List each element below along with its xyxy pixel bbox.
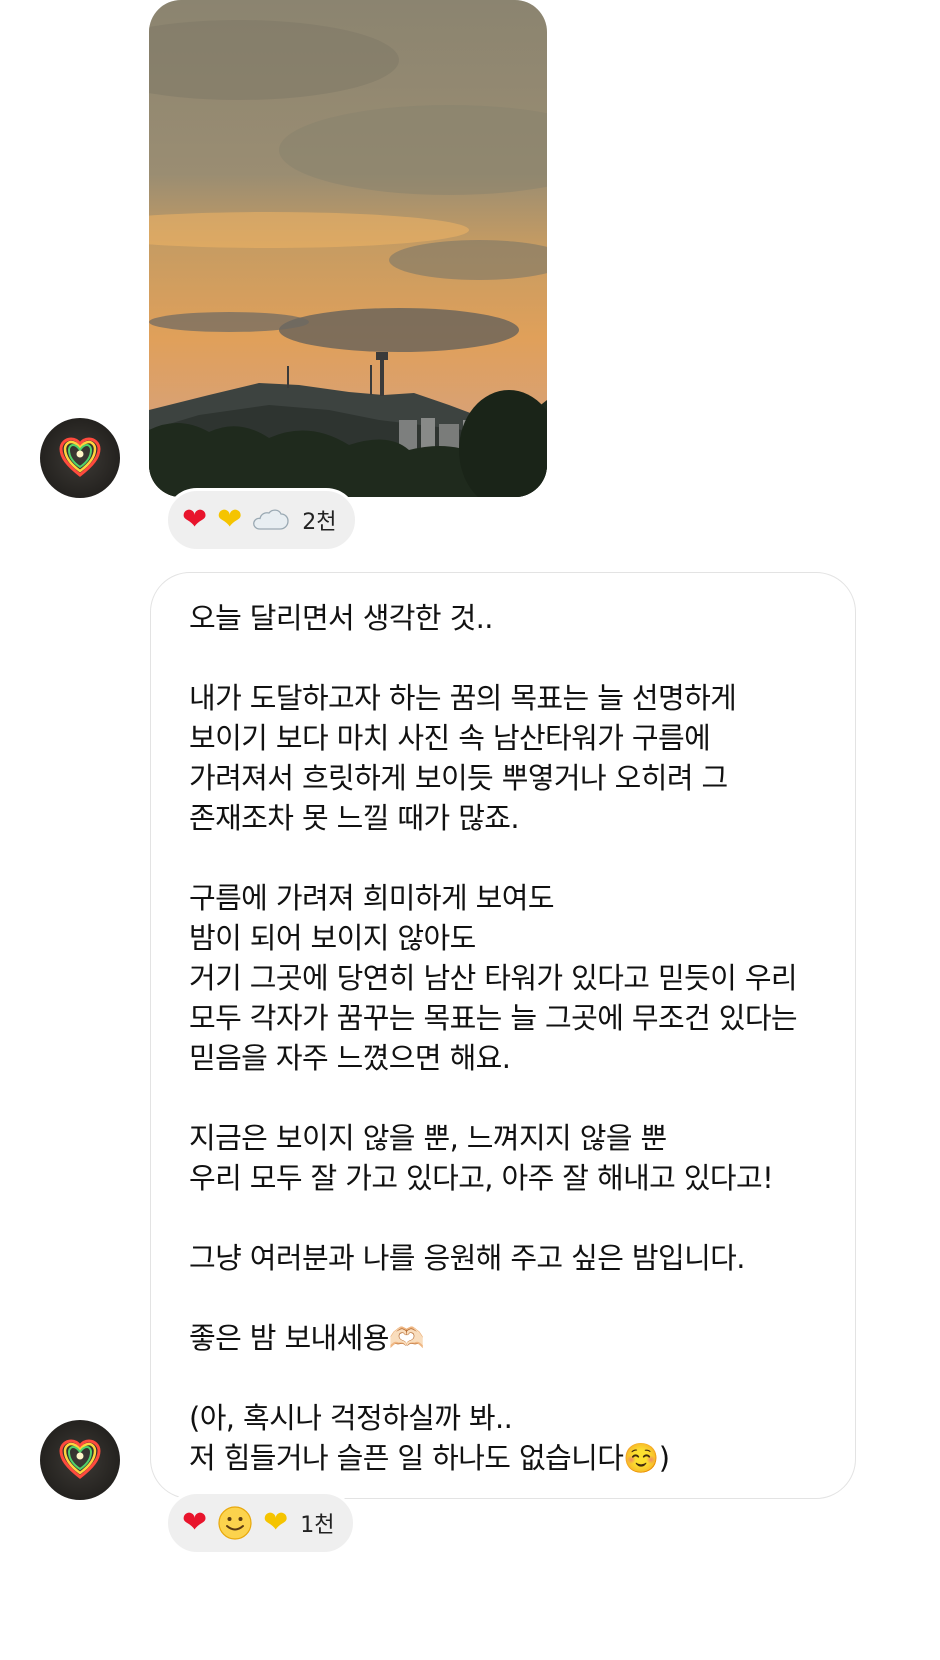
message-line: 보이기 보다 마치 사진 속 남산타워가 구름에 [189,721,711,755]
message-line: 저 힘들거나 슬픈 일 하나도 없습니다☺️) [189,1441,670,1475]
message-line: 좋은 밤 보내세용🫶🏻 [189,1321,425,1355]
message-line: 오늘 달리면서 생각한 것.. [189,601,494,635]
message-line: 거기 그곳에 당연히 남산 타워가 있다고 믿듯이 우리 [189,961,798,995]
red-heart-icon: ❤ [182,502,208,537]
yellow-heart-icon: ❤ [217,502,243,537]
smiling-face-icon [217,1505,253,1541]
message-line: 가려져서 흐릿하게 보이듯 뿌옇거나 오히려 그 [189,761,728,795]
message-line: 밤이 되어 보이지 않아도 [189,921,476,955]
reaction-count: 1천 [300,1513,335,1538]
sunset-namsan-tower-photo[interactable] [149,0,547,497]
yellow-heart-icon: ❤ [263,1505,289,1540]
reactions-bar[interactable]: ❤ ❤ 1천 [165,1491,356,1555]
reaction-count: 2천 [302,510,337,535]
message-line: 우리 모두 잘 가고 있다고, 아주 잘 해내고 있다고! [189,1161,774,1195]
message-line: 그냥 여러분과 나를 응원해 주고 싶은 밤입니다. [189,1241,745,1275]
message-line: 내가 도달하고자 하는 꿈의 목표는 늘 선명하게 [189,681,737,715]
reactions-bar[interactable]: ❤ ❤ 2천 [165,488,358,552]
rainbow-heart-icon [59,437,101,477]
cloud-icon [252,507,290,533]
message-line: 지금은 보이지 않을 뿐, 느껴지지 않을 뿐 [189,1121,667,1155]
message-line: 모두 각자가 꿈꾸는 목표는 늘 그곳에 무조건 있다는 [189,1001,798,1035]
message-line: 믿음을 자주 느꼈으면 해요. [189,1041,511,1075]
red-heart-icon: ❤ [182,1505,208,1540]
avatar[interactable] [40,418,120,498]
message-line: (아, 혹시나 걱정하실까 봐.. [189,1401,513,1435]
avatar[interactable] [40,1420,120,1500]
message-line: 존재조차 못 느낄 때가 많죠. [189,801,520,835]
message-text: 오늘 달리면서 생각한 것.. 내가 도달하고자 하는 꿈의 목표는 늘 선명하게… [189,598,839,1478]
message-line: 구름에 가려져 희미하게 보여도 [189,881,555,915]
rainbow-heart-icon [59,1439,101,1479]
